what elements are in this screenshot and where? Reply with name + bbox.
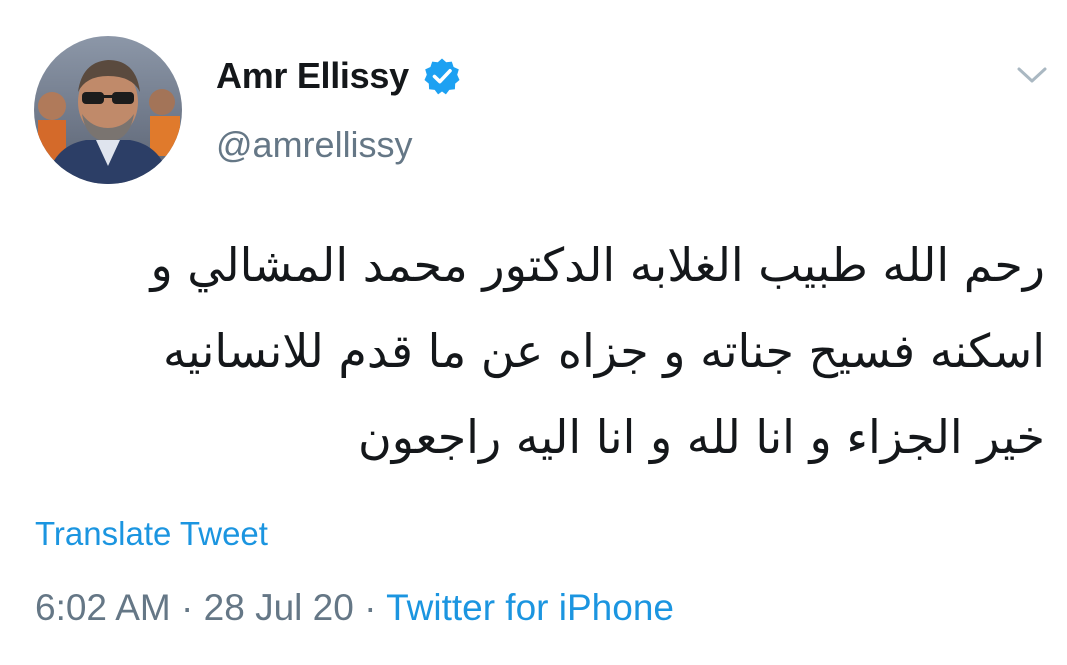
tweet-text-line: اسكنه فسيح جناته و جزاه عن ما قدم للانسا…	[163, 324, 1045, 378]
translate-tweet-link[interactable]: Translate Tweet	[35, 515, 268, 553]
display-name[interactable]: Amr Ellissy	[216, 55, 409, 97]
tweet-text-line: خير الجزاء و انا لله و انا اليه راجعون	[358, 410, 1045, 464]
tweet-card: Amr Ellissy @amrellissy رحم الله طبيب ال…	[0, 0, 1067, 665]
tweet-time[interactable]: 6:02 AM	[35, 587, 171, 628]
meta-separator: ·	[364, 587, 377, 628]
verified-badge-icon	[423, 57, 461, 95]
avatar-photo	[34, 36, 182, 184]
chevron-down-icon[interactable]	[1014, 60, 1050, 90]
avatar[interactable]	[34, 36, 182, 184]
tweet-source-link[interactable]: Twitter for iPhone	[386, 587, 674, 628]
tweet-meta: 6:02 AM · 28 Jul 20 · Twitter for iPhone	[35, 587, 674, 629]
tweet-date[interactable]: 28 Jul 20	[204, 587, 354, 628]
user-handle[interactable]: @amrellissy	[216, 124, 413, 166]
name-row: Amr Ellissy	[216, 54, 461, 98]
meta-separator: ·	[181, 587, 194, 628]
tweet-text-line: رحم الله طبيب الغلابه الدكتور محمد المشا…	[150, 238, 1045, 292]
tweet-text: رحم الله طبيب الغلابه الدكتور محمد المشا…	[35, 222, 1045, 480]
